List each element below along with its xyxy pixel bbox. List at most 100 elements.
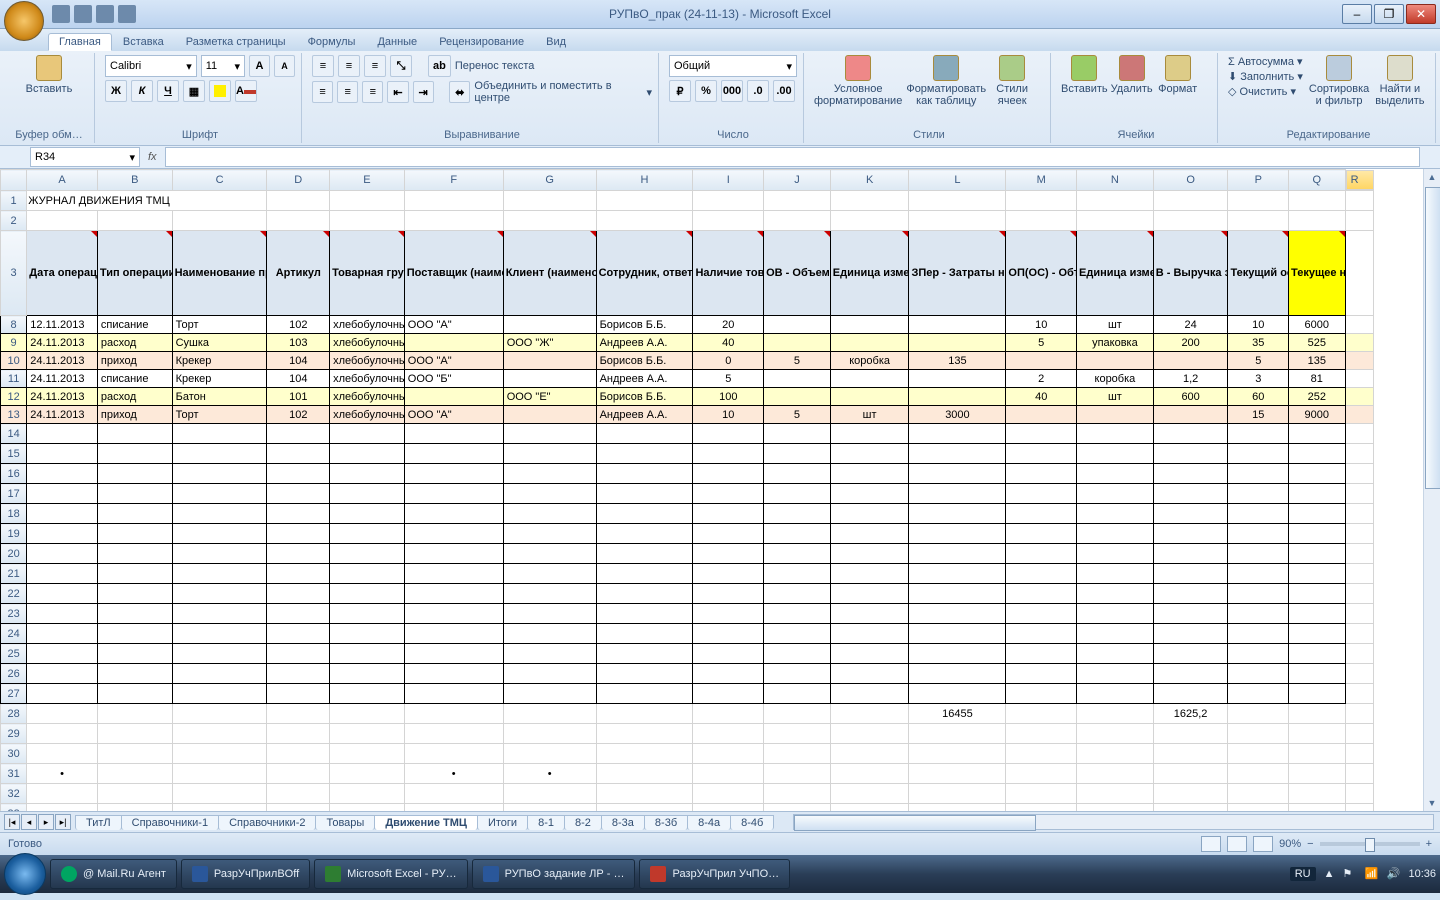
- increase-font-icon[interactable]: A: [249, 55, 270, 77]
- conditional-format-button[interactable]: Условное форматирование: [814, 55, 902, 107]
- wrap-text-icon[interactable]: ab: [428, 55, 451, 77]
- sheet-nav-first[interactable]: |◂: [4, 814, 20, 830]
- sheet-tab[interactable]: Товары: [315, 815, 375, 830]
- col-header-G[interactable]: G: [503, 170, 596, 191]
- col-header-J[interactable]: J: [764, 170, 831, 191]
- table-row[interactable]: 30: [1, 744, 1374, 764]
- taskbar-item[interactable]: РазрУчПрил УчПО…: [639, 859, 790, 889]
- ribbon-tab-0[interactable]: Главная: [48, 33, 112, 51]
- col-header-H[interactable]: H: [596, 170, 693, 191]
- sheet-tab[interactable]: Итоги: [477, 815, 528, 830]
- zoom-slider[interactable]: [1320, 842, 1420, 846]
- ribbon-tab-1[interactable]: Вставка: [112, 33, 175, 51]
- align-bottom-icon[interactable]: ≡: [364, 55, 386, 77]
- table-row[interactable]: 1024.11.2013приходКрекер104хлебобулочные…: [1, 352, 1374, 370]
- underline-button[interactable]: Ч: [157, 80, 179, 102]
- format-as-table-button[interactable]: Форматировать как таблицу: [906, 55, 986, 107]
- close-button[interactable]: ✕: [1406, 4, 1436, 24]
- ribbon-tab-2[interactable]: Разметка страницы: [175, 33, 297, 51]
- table-row[interactable]: 26: [1, 664, 1374, 684]
- sheet-tab[interactable]: 8-4б: [730, 815, 774, 830]
- merge-center-icon[interactable]: ⬌: [449, 81, 470, 103]
- flag-icon[interactable]: ⚑: [1342, 867, 1356, 881]
- table-row[interactable]: 14: [1, 424, 1374, 444]
- table-row[interactable]: 1224.11.2013расходБатон101хлебобулочные …: [1, 388, 1374, 406]
- align-top-icon[interactable]: ≡: [312, 55, 334, 77]
- table-row[interactable]: 18: [1, 504, 1374, 524]
- sheet-tab[interactable]: Справочники-1: [121, 815, 219, 830]
- col-header-K[interactable]: K: [830, 170, 909, 191]
- office-button[interactable]: [4, 1, 44, 41]
- col-header-O[interactable]: O: [1153, 170, 1228, 191]
- start-button[interactable]: [4, 853, 46, 895]
- taskbar-item[interactable]: РазрУчПрилBOff: [181, 859, 310, 889]
- italic-button[interactable]: К: [131, 80, 153, 102]
- ribbon-tab-4[interactable]: Данные: [366, 33, 428, 51]
- table-row[interactable]: 16: [1, 464, 1374, 484]
- col-header-N[interactable]: N: [1077, 170, 1154, 191]
- sheet-nav-next[interactable]: ▸: [38, 814, 54, 830]
- zoom-in-button[interactable]: +: [1426, 838, 1432, 850]
- clock[interactable]: 10:36: [1408, 868, 1436, 880]
- page-layout-view-icon[interactable]: [1227, 836, 1247, 852]
- autosum-button[interactable]: Σ Автосумма ▾: [1228, 55, 1303, 68]
- tray-up-icon[interactable]: ▲: [1324, 868, 1335, 880]
- col-header-R[interactable]: R: [1346, 170, 1374, 190]
- sheet-nav-last[interactable]: ▸|: [55, 814, 71, 830]
- table-row[interactable]: 20: [1, 544, 1374, 564]
- fill-button[interactable]: ⬇ Заполнить ▾: [1228, 70, 1303, 83]
- minimize-button[interactable]: –: [1342, 4, 1372, 24]
- percent-format-icon[interactable]: %: [695, 80, 717, 102]
- table-row[interactable]: 15: [1, 444, 1374, 464]
- paste-button[interactable]: Вставить: [10, 55, 88, 95]
- table-row[interactable]: 25: [1, 644, 1374, 664]
- taskbar-item[interactable]: РУПвО задание ЛР - …: [472, 859, 636, 889]
- table-row[interactable]: 29: [1, 724, 1374, 744]
- sheet-nav-prev[interactable]: ◂: [21, 814, 37, 830]
- col-header-I[interactable]: I: [693, 170, 764, 191]
- zoom-out-button[interactable]: −: [1307, 838, 1313, 850]
- col-header-B[interactable]: B: [97, 170, 172, 191]
- ribbon-tab-5[interactable]: Рецензирование: [428, 33, 535, 51]
- comma-format-icon[interactable]: 000: [721, 80, 743, 102]
- vertical-scrollbar[interactable]: ▲▼: [1423, 169, 1440, 811]
- decrease-font-icon[interactable]: A: [274, 55, 295, 77]
- align-right-icon[interactable]: ≡: [362, 81, 383, 103]
- table-row[interactable]: 27: [1, 684, 1374, 704]
- accounting-format-icon[interactable]: ₽: [669, 80, 691, 102]
- fx-icon[interactable]: fx: [148, 151, 157, 163]
- table-row[interactable]: 19: [1, 524, 1374, 544]
- table-row[interactable]: 31•••: [1, 764, 1374, 784]
- align-left-icon[interactable]: ≡: [312, 81, 333, 103]
- name-box[interactable]: R34▾: [30, 147, 140, 167]
- sheet-tab[interactable]: 8-3а: [601, 815, 645, 830]
- table-row[interactable]: 28164551625,2: [1, 704, 1374, 724]
- spreadsheet-grid[interactable]: ABCDEFGHIJKLMNOPQR1ЖУРНАЛ ДВИЖЕНИЯ ТМЦ23…: [0, 169, 1440, 811]
- table-row[interactable]: 17: [1, 484, 1374, 504]
- sort-filter-button[interactable]: Сортировка и фильтр: [1309, 55, 1369, 107]
- col-header-E[interactable]: E: [330, 170, 405, 191]
- ribbon-tab-3[interactable]: Формулы: [297, 33, 367, 51]
- normal-view-icon[interactable]: [1201, 836, 1221, 852]
- sheet-tab[interactable]: 8-3б: [644, 815, 688, 830]
- col-header-M[interactable]: M: [1006, 170, 1077, 191]
- sheet-tab[interactable]: 8-1: [527, 815, 565, 830]
- font-name-select[interactable]: Calibri▾: [105, 55, 197, 77]
- insert-cells-button[interactable]: Вставить: [1061, 55, 1108, 95]
- borders-button[interactable]: ▦: [183, 80, 205, 102]
- network-icon[interactable]: 📶: [1364, 867, 1378, 881]
- table-row[interactable]: 21: [1, 564, 1374, 584]
- table-row[interactable]: 812.11.2013списаниеТорт102хлебобулочныеО…: [1, 316, 1374, 334]
- table-row[interactable]: 1324.11.2013приходТорт102хлебобулочныеОО…: [1, 406, 1374, 424]
- number-format-select[interactable]: Общий▾: [669, 55, 797, 77]
- table-row[interactable]: 23: [1, 604, 1374, 624]
- fill-color-button[interactable]: [209, 80, 231, 102]
- volume-icon[interactable]: 🔊: [1386, 867, 1400, 881]
- decrease-decimal-icon[interactable]: .00: [773, 80, 795, 102]
- sheet-tab[interactable]: ТитЛ: [75, 815, 122, 830]
- clear-button[interactable]: ◇ Очистить ▾: [1228, 85, 1303, 98]
- col-header-L[interactable]: L: [909, 170, 1006, 191]
- orientation-icon[interactable]: ⤡: [390, 55, 412, 77]
- formula-input[interactable]: [165, 147, 1420, 167]
- sheet-tab[interactable]: Справочники-2: [218, 815, 316, 830]
